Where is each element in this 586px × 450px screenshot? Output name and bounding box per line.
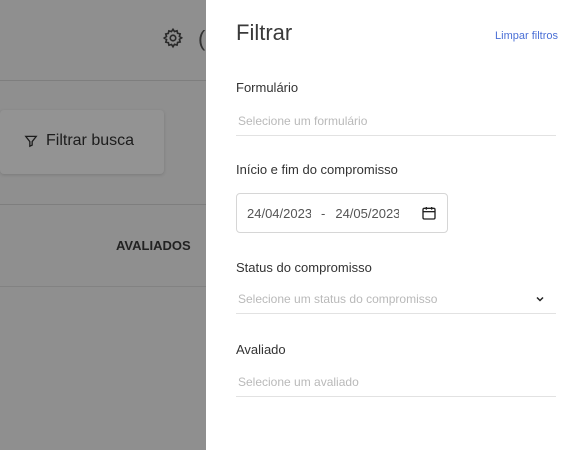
drawer-title: Filtrar	[236, 20, 293, 45]
avatar-partial[interactable]: (	[198, 26, 205, 52]
section-divider	[0, 204, 206, 205]
status-placeholder: Selecione um status do compromisso	[238, 291, 438, 306]
status-select[interactable]: Selecione um status do compromisso	[236, 284, 556, 314]
period-label: Início e fim do compromisso	[236, 162, 398, 177]
row-divider	[0, 286, 206, 287]
filter-drawer: Filtrar Limpar filtros Formulário Seleci…	[206, 0, 586, 450]
form-label: Formulário	[236, 80, 299, 95]
form-placeholder: Selecione um formulário	[238, 113, 368, 128]
date-separator: -	[321, 205, 326, 221]
calendar-icon[interactable]	[421, 205, 437, 221]
funnel-icon	[24, 135, 38, 148]
start-date-input[interactable]: 24/04/2023	[247, 206, 311, 221]
evaluated-select[interactable]: Selecione um avaliado	[236, 367, 556, 397]
form-select[interactable]: Selecione um formulário	[236, 106, 556, 136]
background-page: ( Filtrar busca AVALIADOS	[0, 0, 206, 450]
column-header-avaliados: AVALIADOS	[116, 238, 191, 253]
evaluated-label: Avaliado	[236, 342, 286, 357]
evaluated-placeholder: Selecione um avaliado	[238, 374, 359, 389]
header-divider	[0, 80, 206, 81]
filter-search-label: Filtrar busca	[46, 132, 135, 149]
status-label: Status do compromisso	[236, 260, 372, 275]
date-range-picker[interactable]: 24/04/2023 - 24/05/2023	[236, 193, 448, 233]
gear-icon[interactable]	[162, 27, 184, 49]
chevron-down-icon	[536, 296, 544, 302]
end-date-input[interactable]: 24/05/2023	[335, 206, 399, 221]
filter-search-button[interactable]: Filtrar busca	[24, 132, 134, 150]
clear-filters-link[interactable]: Limpar filtros	[495, 30, 558, 42]
